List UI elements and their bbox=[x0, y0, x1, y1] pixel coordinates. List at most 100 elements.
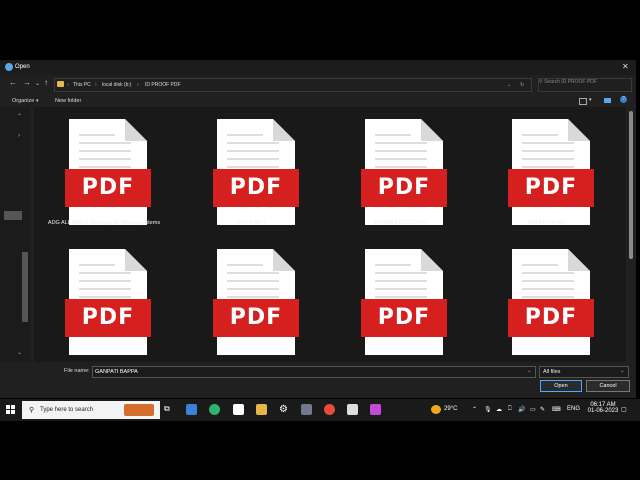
language-indicator[interactable]: ENG bbox=[567, 406, 580, 412]
command-bar: Organize ▾ New folder ▾ ? bbox=[0, 93, 636, 107]
volume-icon[interactable]: 🔊 bbox=[518, 406, 525, 413]
pdf-file-icon: PDF bbox=[361, 119, 447, 225]
pdf-file-icon: PDF bbox=[213, 249, 299, 355]
file-type-value[interactable]: All files bbox=[543, 369, 560, 375]
breadcrumb-this-pc[interactable]: This PC bbox=[73, 82, 91, 88]
breadcrumb-local-disk[interactable]: local disk (b:) bbox=[102, 82, 131, 88]
file-item[interactable]: PDF AFFIDAVIT bbox=[182, 107, 322, 235]
file-type-chevron-icon[interactable]: ⌄ bbox=[620, 368, 625, 374]
file-explorer-icon[interactable] bbox=[256, 404, 267, 415]
network-icon[interactable]: ⎕ bbox=[508, 406, 512, 413]
chrome-icon[interactable] bbox=[324, 404, 335, 415]
title-bar: Open ✕ bbox=[0, 60, 636, 75]
edge-browser-icon[interactable] bbox=[209, 404, 220, 415]
pdf-file-icon: PDF bbox=[65, 249, 151, 355]
search-input[interactable]: Search ID PROOF PDF bbox=[544, 79, 597, 85]
file-item[interactable]: PDF bbox=[34, 237, 174, 362]
settings-gear-icon[interactable]: ⚙ bbox=[279, 404, 290, 415]
app-icon-1[interactable] bbox=[301, 404, 312, 415]
clock[interactable]: 06:17 AM 01-06-2023 bbox=[583, 402, 623, 414]
expand-chevron-icon[interactable]: › bbox=[18, 133, 20, 139]
file-name: AFFIDAVIT bbox=[238, 220, 266, 226]
pdf-badge: PDF bbox=[65, 169, 151, 207]
file-item[interactable]: PDF ADG ALL MAILS Directory-of-officers-s… bbox=[34, 107, 174, 235]
new-folder-button[interactable]: New folder bbox=[55, 98, 81, 104]
pdf-badge: PDF bbox=[508, 299, 594, 337]
address-bar[interactable]: › This PC › local disk (b:) › ID PROOF P… bbox=[54, 78, 532, 92]
nav-scroll-up-icon[interactable]: ⌃ bbox=[17, 113, 22, 120]
pdf-badge: PDF bbox=[361, 299, 447, 337]
file-name-input[interactable]: GANPATI BAPPA ⌄ bbox=[92, 366, 536, 378]
microphone-icon[interactable]: 🎙 bbox=[484, 406, 492, 413]
up-arrow-icon[interactable]: ↑ bbox=[44, 78, 48, 87]
pdf-file-icon: PDF bbox=[361, 249, 447, 355]
app-icon-2[interactable] bbox=[347, 404, 358, 415]
nav-selected-item[interactable] bbox=[4, 211, 22, 220]
taskbar-search[interactable]: ⚲ Type here to search bbox=[22, 401, 160, 419]
pdf-badge: PDF bbox=[361, 169, 447, 207]
breadcrumb-sep-icon: › bbox=[67, 82, 69, 88]
language-icon[interactable]: ⌨ bbox=[552, 406, 561, 413]
pdf-badge: PDF bbox=[213, 299, 299, 337]
file-name-value[interactable]: GANPATI BAPPA bbox=[95, 369, 138, 375]
mail-icon[interactable] bbox=[186, 404, 197, 415]
back-arrow-icon[interactable]: ← bbox=[9, 78, 17, 87]
refresh-icon[interactable]: ↻ bbox=[520, 82, 524, 88]
file-item[interactable]: PDF BRHMA HUBLI bbox=[477, 107, 617, 235]
clock-date: 01-06-2023 bbox=[587, 408, 619, 414]
task-view-icon[interactable]: ⧉ bbox=[164, 404, 175, 415]
file-item[interactable]: PDF BRHMA ECLECTRIC bbox=[330, 107, 470, 235]
nav-scrollbar-thumb[interactable] bbox=[22, 252, 28, 322]
file-list: PDF ADG ALL MAILS Directory-of-officers-s… bbox=[34, 107, 626, 362]
scrollbar-thumb[interactable] bbox=[629, 111, 633, 259]
pdf-badge: PDF bbox=[65, 299, 151, 337]
app-icon-3[interactable] bbox=[370, 404, 381, 415]
help-icon[interactable]: ? bbox=[620, 96, 627, 103]
weather-icon[interactable] bbox=[431, 405, 441, 414]
dropdown-chevron-icon[interactable]: ⌄ bbox=[507, 82, 511, 88]
weather-temp[interactable]: 29°C bbox=[444, 406, 457, 412]
forward-arrow-icon[interactable]: → bbox=[23, 78, 31, 87]
pdf-file-icon: PDF bbox=[65, 119, 151, 225]
file-name-label: File name: bbox=[64, 368, 90, 374]
organize-menu[interactable]: Organize bbox=[12, 98, 34, 104]
store-icon[interactable] bbox=[233, 404, 244, 415]
pdf-badge: PDF bbox=[213, 169, 299, 207]
window-title: Open bbox=[15, 64, 30, 70]
notifications-icon[interactable]: ▢ bbox=[621, 406, 627, 413]
breadcrumb-sep-icon: › bbox=[137, 82, 139, 88]
windows-start-icon[interactable] bbox=[6, 405, 15, 414]
file-name: BRHMA ECLECTRIC bbox=[373, 220, 427, 226]
file-list-scrollbar[interactable] bbox=[627, 107, 635, 362]
view-chevron-icon[interactable]: ▾ bbox=[589, 97, 592, 103]
file-item[interactable]: PDF bbox=[330, 237, 470, 362]
folder-icon bbox=[57, 81, 64, 87]
file-item[interactable]: PDF bbox=[182, 237, 322, 362]
file-name: ADG ALL MAILS Directory-of-officers-syst… bbox=[47, 220, 161, 226]
pdf-file-icon: PDF bbox=[213, 119, 299, 225]
breadcrumb-id-proof[interactable]: ID PROOF PDF bbox=[145, 82, 181, 88]
app-icon bbox=[5, 63, 13, 71]
file-type-select[interactable]: All files ⌄ bbox=[539, 366, 629, 378]
pdf-file-icon: PDF bbox=[508, 249, 594, 355]
breadcrumb-sep-icon: › bbox=[95, 82, 97, 88]
close-icon[interactable]: ✕ bbox=[622, 62, 629, 71]
open-button[interactable]: Open bbox=[540, 380, 582, 392]
view-icon[interactable] bbox=[579, 98, 587, 105]
taskbar-search-label[interactable]: Type here to search bbox=[40, 407, 93, 413]
navigation-pane[interactable]: ⌃ › ⌄ bbox=[0, 107, 30, 362]
pdf-badge: PDF bbox=[508, 169, 594, 207]
nav-scroll-down-icon[interactable]: ⌄ bbox=[17, 349, 22, 356]
file-name-chevron-icon[interactable]: ⌄ bbox=[527, 368, 532, 374]
cancel-button[interactable]: Cancel bbox=[586, 380, 630, 392]
search-box[interactable]: ⚲ Search ID PROOF PDF bbox=[538, 78, 632, 92]
search-highlight-icon bbox=[124, 404, 154, 416]
overflow-chevron-icon[interactable]: ⌃ bbox=[472, 406, 477, 413]
file-item[interactable]: PDF bbox=[477, 237, 617, 362]
preview-pane-icon[interactable] bbox=[604, 98, 611, 103]
battery-icon[interactable]: ▭ bbox=[530, 406, 536, 413]
recent-chevron-icon[interactable]: ⌄ bbox=[35, 80, 40, 87]
cloud-icon[interactable]: ☁ bbox=[496, 406, 502, 413]
pen-icon[interactable]: ✎ bbox=[540, 406, 545, 413]
search-icon: ⚲ bbox=[29, 407, 35, 414]
